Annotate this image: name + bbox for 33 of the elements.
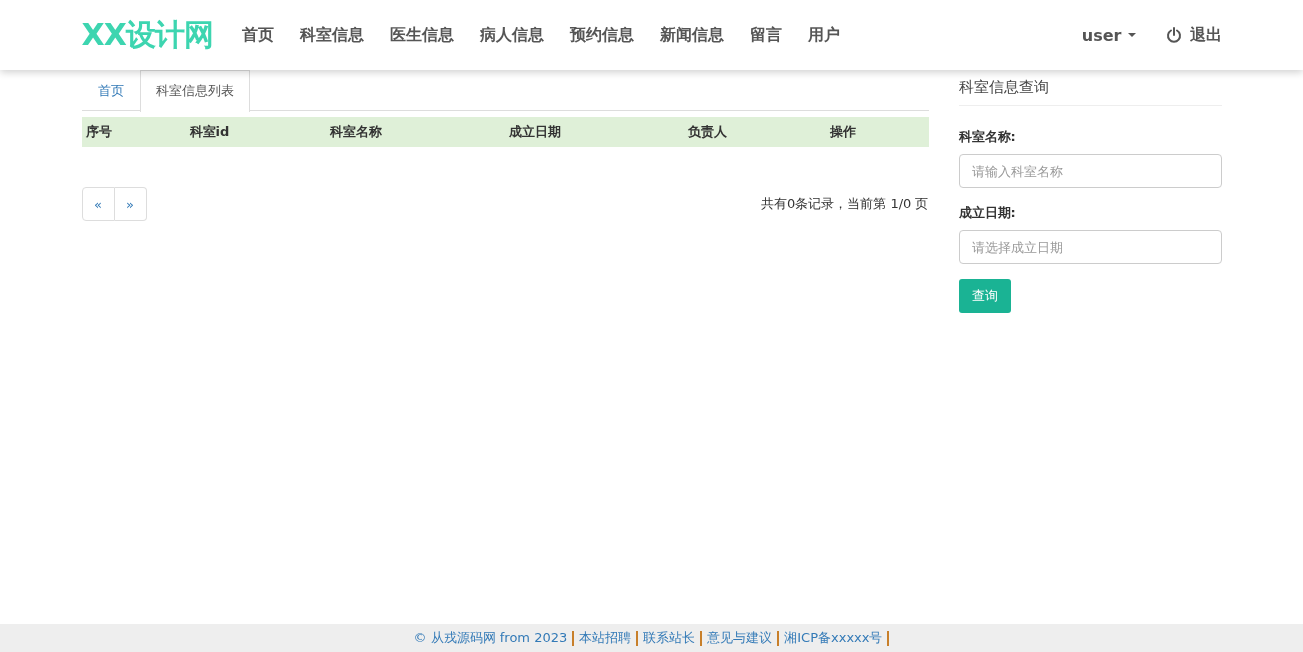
power-icon (1165, 27, 1182, 43)
footer-link[interactable]: © 从戎源码网 from 2023 (413, 629, 568, 647)
caret-icon (1127, 33, 1136, 37)
column-header: 科室名称 (329, 123, 383, 141)
nav-link[interactable]: 用户 (794, 24, 853, 46)
pagination-summary: 共有0条记录，当前第 1/0 页 (761, 195, 929, 213)
panel-title: 科室信息查询 (958, 70, 1222, 106)
field-label: 科室名称: (958, 128, 1017, 146)
next-page-button[interactable]: » (114, 187, 147, 221)
user-menu[interactable]: user (1081, 25, 1136, 45)
nav-link[interactable]: 医生信息 (376, 24, 467, 46)
footer-link[interactable]: 本站招聘 (579, 629, 632, 647)
column-header: 序号 (85, 123, 113, 141)
column-header: 成立日期 (508, 123, 562, 141)
nav-link[interactable]: 首页 (228, 24, 287, 46)
field-label: 成立日期: (958, 204, 1017, 222)
nav-link[interactable]: 新闻信息 (646, 24, 737, 46)
logout-link[interactable]: 退出 (1165, 24, 1222, 46)
column-header: 负责人 (687, 123, 728, 141)
input-field[interactable]: 请选择成立日期 (958, 230, 1222, 264)
footer-link[interactable]: 意见与建议 (707, 629, 773, 647)
column-header: 科室id (189, 123, 231, 141)
input-field[interactable]: 请输入科室名称 (958, 154, 1222, 188)
column-header: 操作 (829, 123, 857, 141)
nav-link[interactable]: 留言 (736, 24, 795, 46)
previous-page-button[interactable]: « (81, 187, 115, 221)
tab[interactable]: 科室信息列表 (139, 70, 250, 112)
nav-link[interactable]: 科室信息 (286, 24, 377, 46)
footer-link[interactable]: 联系站长 (643, 629, 696, 647)
tab[interactable]: 首页 (81, 70, 140, 111)
footer-link[interactable]: 湘ICP备xxxxx号 (784, 629, 883, 647)
nav-link[interactable]: 病人信息 (466, 24, 557, 46)
nav-link[interactable]: 预约信息 (556, 24, 647, 46)
